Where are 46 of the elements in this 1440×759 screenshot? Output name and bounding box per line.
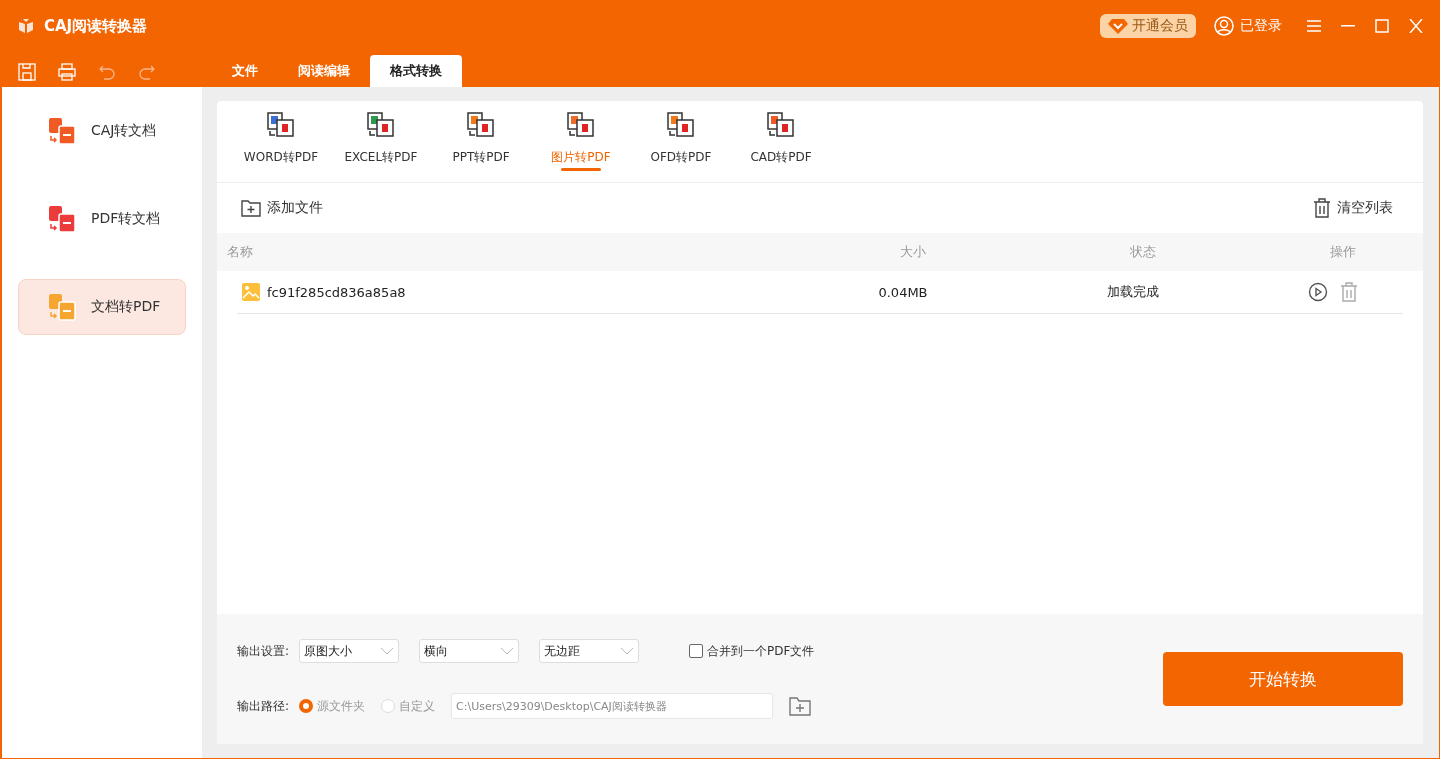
folder-plus-icon [241,199,261,217]
clear-list-button[interactable]: 清空列表 [1307,197,1399,219]
add-file-button[interactable]: 添加文件 [235,198,329,218]
output-settings-label: 输出设置: [237,642,290,660]
minimize-button[interactable] [1340,25,1356,27]
format-tab[interactable]: EXCEL转PDF [331,101,431,182]
format-tab[interactable]: CAD转PDF [731,101,831,182]
format-tab[interactable]: OFD转PDF [631,101,731,182]
close-button[interactable] [1408,19,1424,33]
menu-tab[interactable]: 格式转换 [370,55,462,87]
merge-label: 合并到一个PDF文件 [707,642,815,660]
chevron-down-icon [380,647,395,655]
menu-button[interactable] [1306,19,1322,33]
output-path-field[interactable]: C:\Users\29309\Desktop\CAJ阅读转换器 [451,693,774,719]
dropdown[interactable]: 无边距 [539,639,640,663]
format-tab[interactable]: WORD转PDF [231,101,331,182]
image-file-icon [241,282,261,302]
radio-label: 源文件夹 [317,697,366,715]
app-title: CAJ阅读转换器 [44,16,148,36]
file-name: fc91f285cd836a85a8 [267,284,406,300]
column-header: 操作 [1329,243,1357,261]
maximize-button[interactable] [1374,19,1390,33]
radio-label: 自定义 [399,697,436,715]
dropdown[interactable]: 横向 [419,639,520,663]
output-path-label: 输出路径: [237,697,290,715]
merge-checkbox[interactable] [689,644,704,658]
vip-button[interactable]: 开通会员 [1100,14,1196,38]
column-header: 名称 [227,243,254,261]
app-logo-icon [16,16,36,36]
browse-folder-button[interactable] [789,696,812,716]
radio-button[interactable] [299,699,314,713]
trash-icon [1313,198,1331,218]
diamond-icon [1108,18,1128,34]
file-status: 加载完成 [1106,283,1160,301]
column-header: 大小 [899,243,927,261]
dropdown[interactable]: 原图大小 [299,639,400,663]
format-tab[interactable]: PPT转PDF [431,101,531,182]
minimize-icon [1340,25,1356,27]
file-size: 0.04MB [877,284,929,300]
chevron-down-icon [620,647,635,655]
column-header: 状态 [1129,243,1157,261]
play-button[interactable] [1308,282,1328,302]
delete-button[interactable] [1340,282,1358,302]
chevron-down-icon [500,647,515,655]
sidebar-item[interactable]: 文档转PDF [18,279,186,335]
user-icon [1214,16,1234,36]
